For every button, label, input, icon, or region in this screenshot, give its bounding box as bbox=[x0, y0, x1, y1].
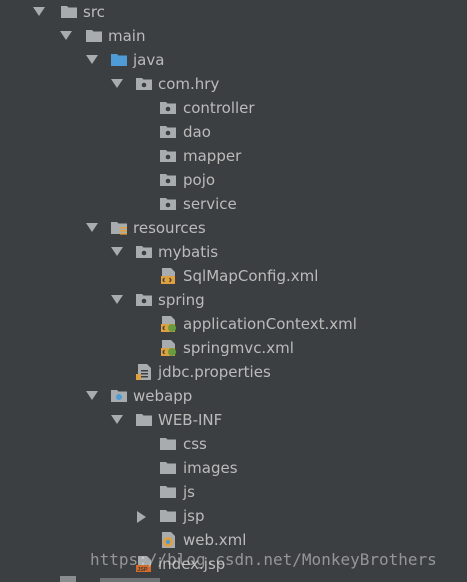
tree-node-mapper[interactable]: mapper bbox=[0, 144, 467, 168]
folder-icon bbox=[60, 3, 78, 21]
tree-node-label: controller bbox=[183, 99, 255, 117]
tree-node-spring[interactable]: spring bbox=[0, 288, 467, 312]
folder-icon bbox=[135, 411, 153, 429]
expanded-arrow-icon[interactable] bbox=[111, 408, 125, 432]
package-icon bbox=[159, 171, 177, 189]
spring-xml-file-icon bbox=[160, 315, 178, 333]
package-icon bbox=[159, 147, 177, 165]
tree-node-label: webapp bbox=[133, 387, 193, 405]
expanded-arrow-icon[interactable] bbox=[86, 216, 100, 240]
expanded-arrow-icon[interactable] bbox=[111, 72, 125, 96]
watermark-text: https://blog.csdn.net/MonkeyBrothers bbox=[90, 550, 437, 569]
package-icon bbox=[159, 195, 177, 213]
tree-node-label: images bbox=[183, 459, 238, 477]
web-folder-icon bbox=[110, 387, 128, 405]
resources-folder-icon bbox=[110, 219, 128, 237]
tree-node-dao[interactable]: dao bbox=[0, 120, 467, 144]
tree-node-web-xml[interactable]: web.xml bbox=[0, 528, 467, 552]
tree-node-label: springmvc.xml bbox=[183, 339, 294, 357]
folder-icon bbox=[159, 507, 177, 525]
expanded-arrow-icon[interactable] bbox=[111, 288, 125, 312]
tree-node-java[interactable]: java bbox=[0, 48, 467, 72]
tree-node-js[interactable]: js bbox=[0, 480, 467, 504]
tree-node-label: pojo bbox=[183, 171, 216, 189]
tree-node-webapp[interactable]: webapp bbox=[0, 384, 467, 408]
spring-xml-file-icon bbox=[160, 339, 178, 357]
tree-node-src[interactable]: src bbox=[0, 0, 467, 24]
tree-node-label: js bbox=[183, 483, 195, 501]
tree-node-css[interactable]: css bbox=[0, 432, 467, 456]
tree-node-label: WEB-INF bbox=[158, 411, 223, 429]
tree-node-label: css bbox=[183, 435, 207, 453]
collapsed-arrow-icon[interactable] bbox=[137, 504, 151, 528]
tree-node-jdbc-properties[interactable]: jdbc.properties bbox=[0, 360, 467, 384]
expanded-arrow-icon[interactable] bbox=[86, 48, 100, 72]
tree-node-label: src bbox=[83, 3, 105, 21]
tree-node-springmvc-xml[interactable]: springmvc.xml bbox=[0, 336, 467, 360]
folder-icon bbox=[159, 459, 177, 477]
tree-node-label: mapper bbox=[183, 147, 242, 165]
tree-node-service[interactable]: service bbox=[0, 192, 467, 216]
tree-node-mybatis[interactable]: mybatis bbox=[0, 240, 467, 264]
tree-node-label: dao bbox=[183, 123, 211, 141]
expanded-arrow-icon[interactable] bbox=[33, 0, 47, 24]
package-icon bbox=[135, 75, 153, 93]
folder-icon bbox=[159, 483, 177, 501]
tree-node-controller[interactable]: controller bbox=[0, 96, 467, 120]
tree-node-label: applicationContext.xml bbox=[183, 315, 357, 333]
project-tree: src main java com.hry controller dao map… bbox=[0, 0, 467, 582]
expanded-arrow-icon[interactable] bbox=[60, 24, 74, 48]
tree-node-sqlmapconfig-xml[interactable]: SqlMapConfig.xml bbox=[0, 264, 467, 288]
tree-node-label: java bbox=[133, 51, 165, 69]
web-xml-file-icon bbox=[160, 531, 178, 549]
cut-off-label bbox=[100, 578, 160, 582]
properties-file-icon bbox=[135, 363, 153, 381]
tree-node-main[interactable]: main bbox=[0, 24, 467, 48]
xml-file-icon bbox=[160, 267, 178, 285]
package-icon bbox=[159, 99, 177, 117]
tree-node-label: main bbox=[108, 27, 146, 45]
tree-node-web-inf[interactable]: WEB-INF bbox=[0, 408, 467, 432]
package-icon bbox=[159, 123, 177, 141]
tree-node-jsp[interactable]: jsp bbox=[0, 504, 467, 528]
tree-node-com-hry[interactable]: com.hry bbox=[0, 72, 467, 96]
cut-off-icon bbox=[60, 576, 76, 582]
tree-node-pojo[interactable]: pojo bbox=[0, 168, 467, 192]
tree-node-label: resources bbox=[133, 219, 206, 237]
folder-icon bbox=[85, 27, 103, 45]
tree-node-label: SqlMapConfig.xml bbox=[183, 267, 319, 285]
tree-node-label: mybatis bbox=[158, 243, 219, 261]
package-icon bbox=[135, 243, 153, 261]
tree-node-label: spring bbox=[158, 291, 205, 309]
tree-node-resources[interactable]: resources bbox=[0, 216, 467, 240]
package-icon bbox=[135, 291, 153, 309]
expanded-arrow-icon[interactable] bbox=[111, 240, 125, 264]
tree-node-images[interactable]: images bbox=[0, 456, 467, 480]
expanded-arrow-icon[interactable] bbox=[86, 384, 100, 408]
source-folder-icon bbox=[110, 51, 128, 69]
tree-node-label: jdbc.properties bbox=[158, 363, 271, 381]
tree-node-label: service bbox=[183, 195, 237, 213]
folder-icon bbox=[159, 435, 177, 453]
tree-node-label: web.xml bbox=[183, 531, 247, 549]
tree-node-applicationcontext-xml[interactable]: applicationContext.xml bbox=[0, 312, 467, 336]
cut-off-row bbox=[60, 574, 180, 582]
tree-node-label: jsp bbox=[183, 507, 205, 525]
tree-node-label: com.hry bbox=[158, 75, 220, 93]
